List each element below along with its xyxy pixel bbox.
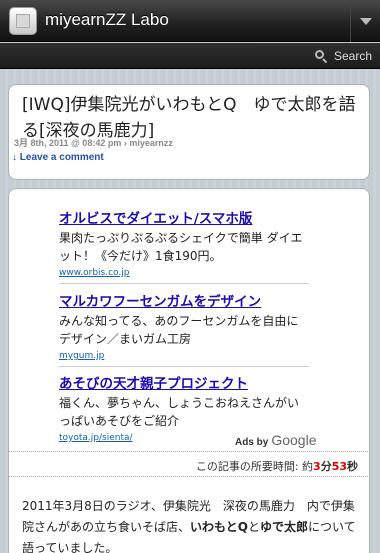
ad-description: みんな知ってる、あのフーセンガムを自由にデザイン／まいガム工房 <box>59 314 299 346</box>
reading-minutes: 3 <box>313 460 321 473</box>
ad-divider <box>59 283 309 284</box>
ad-url[interactable]: www.orbis.co.jp <box>59 268 309 278</box>
ad-title[interactable]: オルビスでダイエット/スマホ版 <box>59 209 309 229</box>
search-bar: Search <box>0 43 380 69</box>
ads-by-label: Ads by <box>235 437 269 448</box>
search-icon <box>314 49 328 63</box>
top-navigation-bar: miyearnZZ Labo <box>0 0 380 42</box>
reading-seconds: 53 <box>331 460 347 473</box>
search-label: Search <box>333 49 372 63</box>
ad-description: 果肉たっぷりぷるぷるシェイクで簡単 ダイエット！《今だけ》1食190円。 <box>59 231 303 263</box>
leave-comment-link[interactable]: ↓ Leave a comment <box>12 152 104 163</box>
site-logo-icon[interactable] <box>9 7 37 35</box>
search-button[interactable]: Search <box>314 47 372 65</box>
ad-title[interactable]: マルカワフーセンガムをデザイン <box>59 292 309 312</box>
body-text-part: と <box>247 520 260 534</box>
ad-title[interactable]: あそびの天才親子プロジェクト <box>59 374 309 394</box>
ad-divider <box>59 366 309 367</box>
menu-toggle-button[interactable] <box>350 0 380 42</box>
reading-seconds-unit: 秒 <box>347 460 358 473</box>
reading-time: この記事の所要時間: 約3分53秒 <box>196 458 358 474</box>
body-bold-text: ゆで太郎 <box>260 520 309 534</box>
post-meta: 3月 8th, 2011 @ 08:42 pm › miyearnzz <box>14 138 173 148</box>
google-logo: Google <box>271 432 317 448</box>
post-body-text: 2011年3月8日のラジオ、伊集院光 深夜の馬鹿力 内で伊集院さんがあの立ち食い… <box>22 496 362 553</box>
ad-unit-2[interactable]: マルカワフーセンガムをデザイン みんな知ってる、あのフーセンガムを自由にデザイン… <box>59 292 309 361</box>
reading-minutes-unit: 分 <box>320 460 332 473</box>
body-bold-text: いわもとQ <box>190 520 248 534</box>
ad-url[interactable]: mygum.jp <box>59 351 309 361</box>
ad-unit-1[interactable]: オルビスでダイエット/スマホ版 果肉たっぷりぷるぷるシェイクで簡単 ダイエット！… <box>59 209 309 278</box>
reading-time-prefix: この記事の所要時間: 約 <box>195 460 314 473</box>
divider <box>8 451 370 452</box>
ad-description: 福くん、夢ちゃん、しょうこおねえさんがいっぱいあそびをご紹介 <box>59 396 300 428</box>
chevron-down-icon <box>359 17 372 25</box>
ads-by-google[interactable]: Ads by Google <box>235 432 317 448</box>
divider <box>8 476 370 477</box>
site-title[interactable]: miyearnZZ Labo <box>45 10 169 30</box>
